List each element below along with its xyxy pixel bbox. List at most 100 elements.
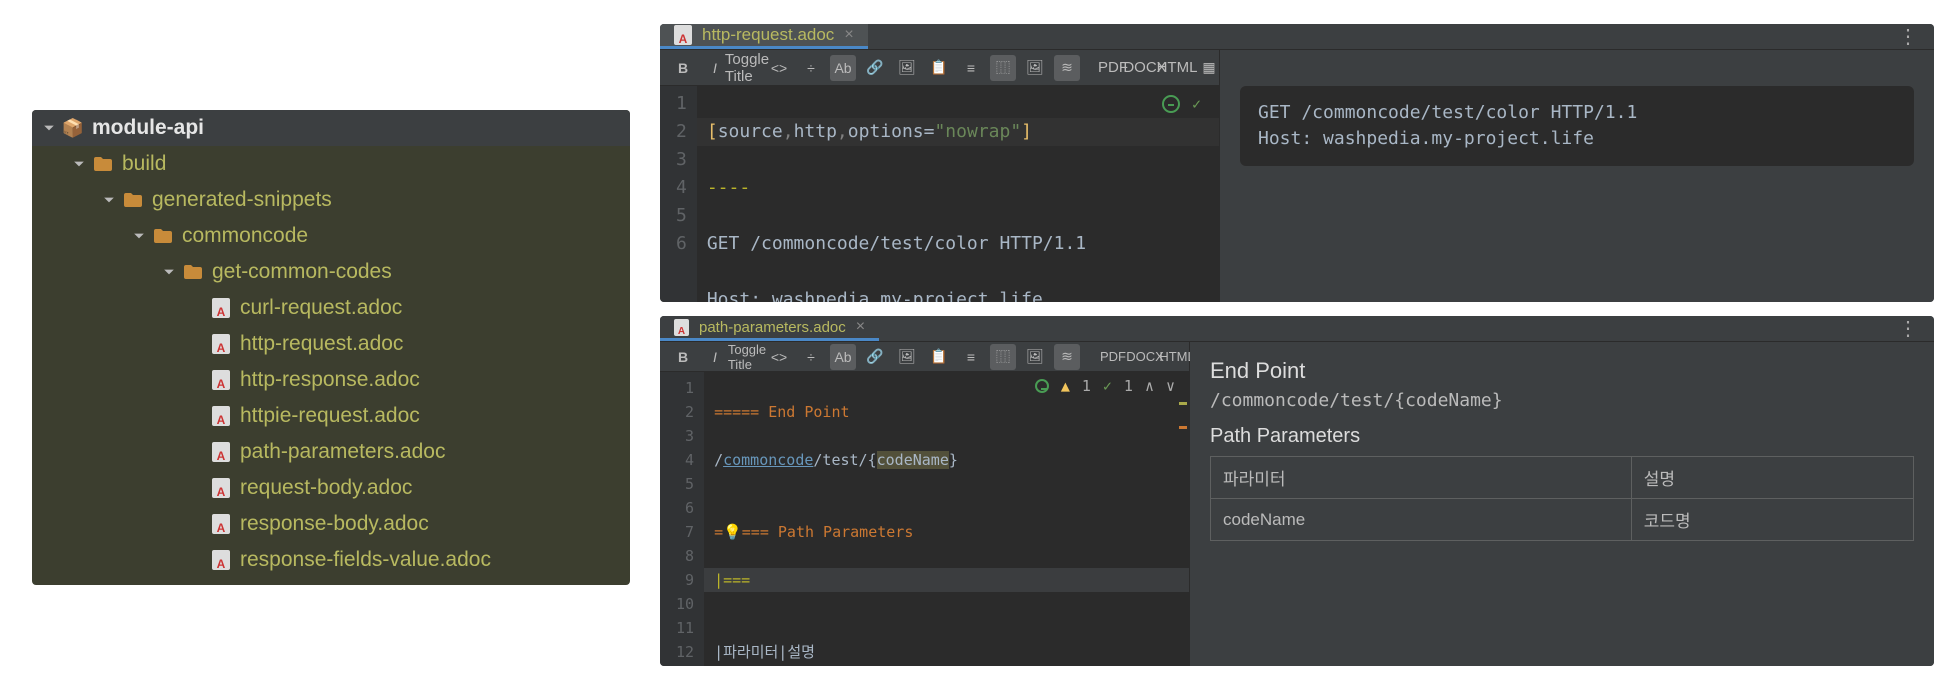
tree-node-get-common-codes[interactable]: get-common-codes <box>32 254 630 290</box>
tree-label: http-response.adoc <box>240 368 420 392</box>
table-header: 설명 <box>1631 457 1913 499</box>
bold-button[interactable]: B <box>670 55 696 81</box>
code-editor[interactable]: 123456 [source,http,options="nowrap"] --… <box>660 86 1219 302</box>
preview-path: /commoncode/test/{codeName} <box>1210 390 1914 411</box>
tree-label: response-body.adoc <box>240 512 429 536</box>
warning-icon[interactable]: ▲ <box>1061 374 1070 398</box>
tree-node-build[interactable]: build <box>32 146 630 182</box>
table-row: 파라미터 설명 <box>1211 457 1914 499</box>
code-token: commoncode <box>723 451 813 469</box>
code-token: options= <box>848 121 935 142</box>
table-cell: 코드명 <box>1631 499 1913 541</box>
preview-pane: GET /commoncode/test/color HTTP/1.1 Host… <box>1220 50 1934 302</box>
inspection-ring-icon[interactable] <box>1035 379 1049 393</box>
editor-panel-http-request: http-request.adoc × ⋮ B I Toggle Title <… <box>660 24 1934 302</box>
soft-wrap-button[interactable]: ≋ <box>1054 55 1080 81</box>
html-button[interactable]: HTML <box>1164 344 1190 370</box>
code-area[interactable]: ===== End Point /commoncode/test/{codeNa… <box>704 372 1189 666</box>
check-icon: ✓ <box>1103 374 1112 398</box>
docx-button[interactable]: DOCX <box>1132 55 1158 81</box>
check-icon: ✓ <box>1192 90 1201 118</box>
close-icon[interactable]: × <box>844 26 853 44</box>
code-button[interactable]: <> <box>766 344 792 370</box>
link-button[interactable]: 🔗 <box>862 55 888 81</box>
ok-count: 1 <box>1124 374 1133 398</box>
tree-node-file[interactable]: request-body.adoc <box>32 470 630 506</box>
nav-down-icon[interactable]: ∨ <box>1166 374 1175 398</box>
preview-split-button[interactable]: ⿲ <box>990 55 1016 81</box>
preview-split-button[interactable]: ⿲ <box>990 344 1016 370</box>
italic-button[interactable]: I <box>702 344 728 370</box>
docx-button[interactable]: DOCX <box>1132 344 1158 370</box>
toggle-title-button[interactable]: Toggle Title <box>734 55 760 81</box>
folder-icon <box>152 225 174 247</box>
tree-label: http-request.adoc <box>240 332 403 356</box>
tree-node-file[interactable]: http-response.adoc <box>32 362 630 398</box>
strike-button[interactable]: ÷ <box>798 344 824 370</box>
html-button[interactable]: HTML <box>1164 55 1190 81</box>
code-button[interactable]: <> <box>766 55 792 81</box>
code-token: End Point <box>759 403 849 421</box>
adoc-file-icon <box>212 514 230 534</box>
folder-icon <box>122 189 144 211</box>
editor-toolbar: B I Toggle Title <> ÷ Ab 🔗 🖼 📋 ≡ ⿲ 🖼 ≋ P… <box>660 342 1189 372</box>
toggle-title-button[interactable]: Toggle Title <box>734 344 760 370</box>
tree-node-file[interactable]: path-parameters.adoc <box>32 434 630 470</box>
code-token: , <box>837 121 848 142</box>
tab-path-parameters[interactable]: path-parameters.adoc × <box>660 316 879 341</box>
paste-button[interactable]: 📋 <box>926 55 952 81</box>
scrollbar-warning-mark[interactable] <box>1179 402 1187 405</box>
tab-bar: http-request.adoc × ⋮ <box>660 24 1934 50</box>
soft-wrap-button[interactable]: ≋ <box>1054 344 1080 370</box>
tab-bar: path-parameters.adoc × ⋮ <box>660 316 1934 342</box>
more-menu-icon[interactable]: ⋮ <box>1898 24 1918 49</box>
nav-up-icon[interactable]: ∧ <box>1145 374 1154 398</box>
adoc-file-icon <box>212 442 230 462</box>
pdf-button[interactable]: PDF <box>1100 55 1126 81</box>
pdf-button[interactable]: PDF <box>1100 344 1126 370</box>
tree-node-file[interactable]: httpie-request.adoc <box>32 398 630 434</box>
tab-http-request[interactable]: http-request.adoc × <box>660 24 868 49</box>
tree-node-file[interactable]: response-fields-value.adoc <box>32 542 630 578</box>
table-button[interactable]: ▦ <box>1196 55 1222 81</box>
line-gutter: 123456 <box>660 86 697 302</box>
strike-button[interactable]: ÷ <box>798 55 824 81</box>
code-area[interactable]: [source,http,options="nowrap"] ---- GET … <box>697 86 1219 302</box>
bulb-icon[interactable]: 💡 <box>723 523 742 541</box>
paste-button[interactable]: 📋 <box>926 344 952 370</box>
link-button[interactable]: 🔗 <box>862 344 888 370</box>
folder-icon <box>182 261 204 283</box>
code-token: } <box>949 451 958 469</box>
preview-code-block: GET /commoncode/test/color HTTP/1.1 Host… <box>1240 86 1914 166</box>
tree-node-file[interactable]: curl-request.adoc <box>32 290 630 326</box>
tab-label: http-request.adoc <box>702 25 834 45</box>
list-button[interactable]: ≡ <box>958 55 984 81</box>
scrollbar-edit-mark[interactable] <box>1179 426 1187 429</box>
code-token: = <box>714 523 723 541</box>
chevron-down-icon <box>162 265 176 279</box>
image-button[interactable]: 🖼 <box>894 55 920 81</box>
list-button[interactable]: ≡ <box>958 344 984 370</box>
highlight-button[interactable]: Ab <box>830 55 856 81</box>
chevron-down-icon <box>132 229 146 243</box>
code-token: |=== <box>714 571 750 589</box>
tree-node-file[interactable]: http-request.adoc <box>32 326 630 362</box>
tree-node-module[interactable]: module-api <box>32 110 630 146</box>
code-editor[interactable]: 123456789101112 ===== End Point /commonc… <box>660 372 1189 666</box>
tree-node-file[interactable]: response-body.adoc <box>32 506 630 542</box>
export-image-button[interactable]: 🖼 <box>1022 344 1048 370</box>
image-button[interactable]: 🖼 <box>894 344 920 370</box>
close-icon[interactable]: × <box>856 318 865 336</box>
bold-button[interactable]: B <box>670 344 696 370</box>
code-token: codeName <box>877 451 949 469</box>
code-token: , <box>783 121 794 142</box>
more-menu-icon[interactable]: ⋮ <box>1898 316 1918 341</box>
export-image-button[interactable]: 🖼 <box>1022 55 1048 81</box>
highlight-button[interactable]: Ab <box>830 344 856 370</box>
inspection-ring-icon[interactable] <box>1162 95 1180 113</box>
tree-node-commoncode[interactable]: commoncode <box>32 218 630 254</box>
tree-label: curl-request.adoc <box>240 296 402 320</box>
tree-node-snippets[interactable]: generated-snippets <box>32 182 630 218</box>
folder-icon <box>92 153 114 175</box>
preview-pane: End Point /commoncode/test/{codeName} Pa… <box>1190 342 1934 666</box>
